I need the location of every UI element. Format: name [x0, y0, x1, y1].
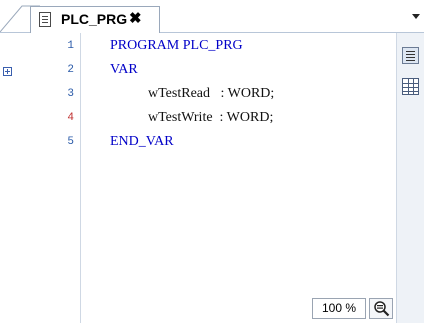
code-line-var[interactable]: VAR	[110, 61, 138, 79]
code-line-wtestread[interactable]: wTestRead : WORD;	[148, 85, 274, 103]
tab-title: PLC_PRG	[61, 11, 128, 27]
code-line-wtestwrite[interactable]: wTestWrite : WORD;	[148, 109, 273, 127]
zoom-level[interactable]: 100 %	[312, 298, 366, 319]
tab-close-button[interactable]: ✖	[129, 10, 142, 28]
line-number-gutter: 1 2 3 4 5	[20, 33, 80, 323]
line-number: 3	[67, 88, 74, 100]
tab-plc-prg[interactable]: PLC_PRG ✖	[30, 6, 160, 33]
line-number: 1	[67, 40, 74, 52]
line-number: 2	[67, 64, 74, 76]
fold-toggle-icon[interactable]	[3, 67, 12, 76]
text-view-icon[interactable]	[402, 47, 419, 64]
code-line-program[interactable]: PROGRAM PLC_PRG	[110, 37, 243, 55]
magnifier-icon	[374, 301, 390, 317]
code-editor[interactable]: 1 2 3 4 5 PROGRAM PLC_PRG VAR wTestRead …	[0, 33, 396, 323]
zoom-button[interactable]	[369, 298, 393, 319]
table-view-icon[interactable]	[402, 78, 419, 95]
editor-tab-strip: PLC_PRG ✖	[0, 0, 424, 33]
tab-list-dropdown-icon[interactable]	[412, 14, 420, 19]
code-line-end-var[interactable]: END_VAR	[110, 133, 174, 151]
document-icon	[39, 12, 51, 27]
line-number-modified: 4	[67, 112, 74, 124]
gutter-divider	[80, 33, 81, 323]
editor-view-toolbar	[396, 33, 424, 323]
fold-gutter	[0, 33, 20, 323]
line-number: 5	[67, 136, 74, 148]
